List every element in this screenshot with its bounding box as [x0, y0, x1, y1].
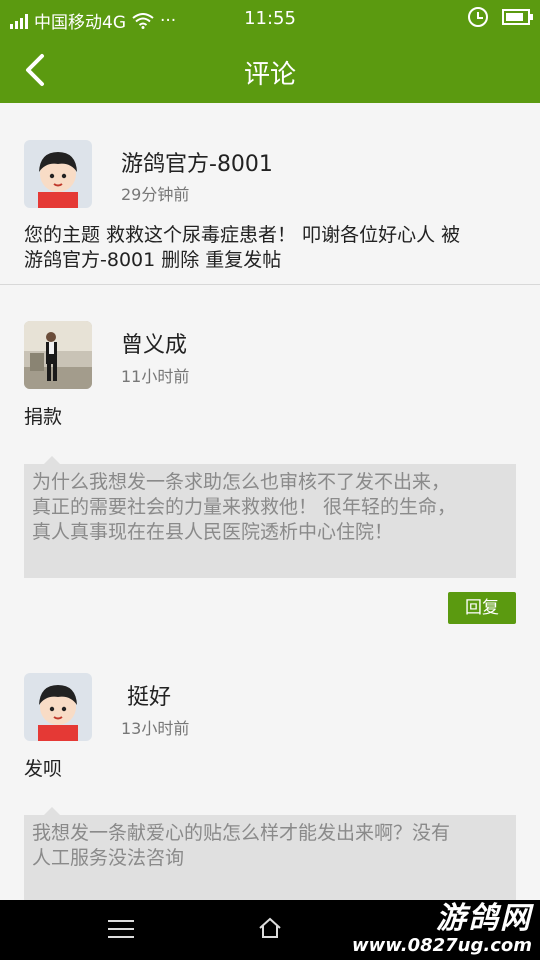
title-bar: 评论: [0, 38, 540, 103]
avatar[interactable]: [24, 140, 92, 208]
site-watermark: 游鸽网 www.0827ug.com: [352, 902, 532, 956]
battery-icon: [502, 9, 533, 25]
user-name: 曾义成: [121, 333, 188, 358]
watermark-url: www.0827ug.com: [352, 935, 532, 956]
quoted-post-line: 真正的需要社会的力量来救救他！ 很年轻的生命，: [32, 496, 457, 518]
comment-text: 捐款: [24, 406, 63, 428]
quoted-post-line: 我想发一条献爱心的贴怎么样才能发出来啊？没有: [32, 822, 451, 844]
post-time: 13小时前: [121, 719, 190, 738]
quoted-post-line: 人工服务没法咨询: [32, 847, 185, 869]
quoted-post[interactable]: 为什么我想发一条求助怎么也审核不了发不出来， 真正的需要社会的力量来救救他！ 很…: [24, 456, 516, 578]
notice-text-line: 您的主题 救救这个尿毒症患者！ 叩谢各位好心人 被: [24, 224, 461, 246]
status-right: [468, 7, 533, 27]
post-time: 29分钟前: [121, 185, 190, 204]
reply-button[interactable]: 回复: [448, 592, 516, 624]
cartoon-boy-avatar-icon: [24, 140, 92, 208]
user-name: 游鸽官方-8001: [121, 152, 273, 177]
user-photo-avatar-icon: [24, 321, 92, 389]
avatar[interactable]: [24, 673, 92, 741]
menu-icon[interactable]: [108, 920, 134, 938]
post-time: 11小时前: [121, 367, 190, 386]
quoted-post[interactable]: 我想发一条献爱心的贴怎么样才能发出来啊？没有 人工服务没法咨询: [24, 807, 516, 900]
watermark-brand: 游鸽网: [436, 901, 532, 936]
comment-list[interactable]: 游鸽官方-8001 29分钟前 您的主题 救救这个尿毒症患者！ 叩谢各位好心人 …: [0, 103, 540, 900]
alarm-icon: [468, 7, 488, 27]
notice-text-line: 游鸽官方-8001 删除 重复发帖: [24, 249, 282, 271]
app-header: 中国移动4G ··· 11:55 评论: [0, 0, 540, 103]
home-icon[interactable]: [258, 916, 282, 940]
cartoon-boy-avatar-icon: [24, 673, 92, 741]
status-bar: 中国移动4G ··· 11:55: [0, 0, 540, 38]
page-title: 评论: [243, 60, 296, 90]
quoted-post-line: 真人真事现在在县人民医院透析中心住院！: [32, 521, 394, 543]
avatar[interactable]: [24, 321, 92, 389]
quoted-post-line: 为什么我想发一条求助怎么也审核不了发不出来，: [32, 471, 451, 493]
comment-text: 发呗: [24, 758, 63, 780]
system-navbar: 游鸽网 www.0827ug.com: [0, 900, 540, 960]
user-name: 挺好: [127, 685, 172, 710]
divider: [0, 284, 540, 285]
status-time: 11:55: [244, 8, 296, 29]
notice-text: 您的主题 救救这个尿毒症患者！ 叩谢各位好心人 被 游鸽官方-8001 删除 重…: [24, 223, 460, 273]
